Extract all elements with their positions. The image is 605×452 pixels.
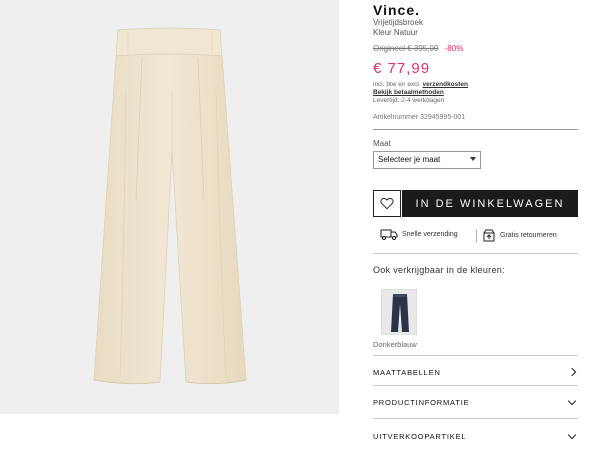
tax-note: incl. btw en excl. verzendkosten: [373, 81, 468, 88]
usp-separator: [476, 229, 477, 243]
shipping-costs-link[interactable]: verzendkosten: [423, 81, 469, 88]
product-image[interactable]: [0, 0, 339, 414]
add-to-cart-button[interactable]: IN DE WINKELWAGEN: [402, 190, 578, 217]
accordion-maattabellen[interactable]: MAATTABELLEN: [373, 364, 578, 380]
usp-label: Gratis retourneren: [500, 231, 557, 239]
divider: [373, 418, 578, 419]
accordion-productinformatie[interactable]: PRODUCTINFORMATIE: [373, 394, 578, 410]
payment-methods-row: Bekijk betaalmethoden: [373, 89, 444, 96]
variants-heading: Ook verkrijgbaar in de kleuren:: [373, 265, 505, 275]
wishlist-button[interactable]: [373, 190, 401, 217]
usp-fast-shipping: Snelle verzending: [380, 228, 458, 240]
dropdown-caret-icon: [470, 157, 476, 161]
divider: [373, 253, 578, 254]
sale-price: € 77,99: [373, 60, 431, 77]
variant-label: Donkerblauw: [373, 340, 417, 349]
heart-icon: [380, 197, 394, 210]
variant-thumbnail: [391, 294, 409, 332]
product-type: Vrijetijdsbroek: [373, 18, 423, 27]
chevron-down-icon: [567, 430, 577, 439]
variant-swatch-donkerblauw[interactable]: [381, 289, 417, 335]
size-label: Maat: [373, 139, 391, 148]
chevron-right-icon: [567, 367, 577, 377]
size-select-value: Selecteer je maat: [378, 155, 441, 164]
accordion-label: MAATTABELLEN: [373, 367, 441, 377]
usp-label: Snelle verzending: [402, 230, 458, 238]
divider: [373, 129, 578, 130]
divider: [373, 355, 578, 356]
payment-methods-link[interactable]: Bekijk betaalmethoden: [373, 89, 444, 96]
size-select[interactable]: Selecteer je maat: [373, 151, 481, 169]
accordion-label: UITVERKOOPARTIKEL: [373, 431, 467, 441]
article-number: Artikelnummer 32945995-001: [373, 114, 466, 121]
delivery-time: Levertijd: 2-4 werkdagen: [373, 97, 445, 104]
original-price-line: Origineel € 395,00 -80%: [373, 44, 463, 53]
return-box-icon: [483, 229, 495, 242]
usp-free-returns: Gratis retourneren: [482, 228, 557, 242]
product-color: Kleur Natuur: [373, 28, 418, 37]
original-price: Origineel € 395,00: [373, 44, 439, 53]
tax-note-text: incl. btw en excl.: [373, 81, 421, 88]
chevron-down-icon: [567, 396, 577, 405]
accordion-uitverkoopartikel[interactable]: UITVERKOOPARTIKEL: [373, 428, 578, 444]
trousers-illustration: [93, 27, 247, 385]
truck-icon: [380, 229, 398, 240]
discount-badge: -80%: [444, 44, 464, 53]
accordion-label: PRODUCTINFORMATIE: [373, 397, 470, 407]
brand-name[interactable]: Vince.: [373, 2, 420, 18]
divider: [373, 385, 578, 386]
